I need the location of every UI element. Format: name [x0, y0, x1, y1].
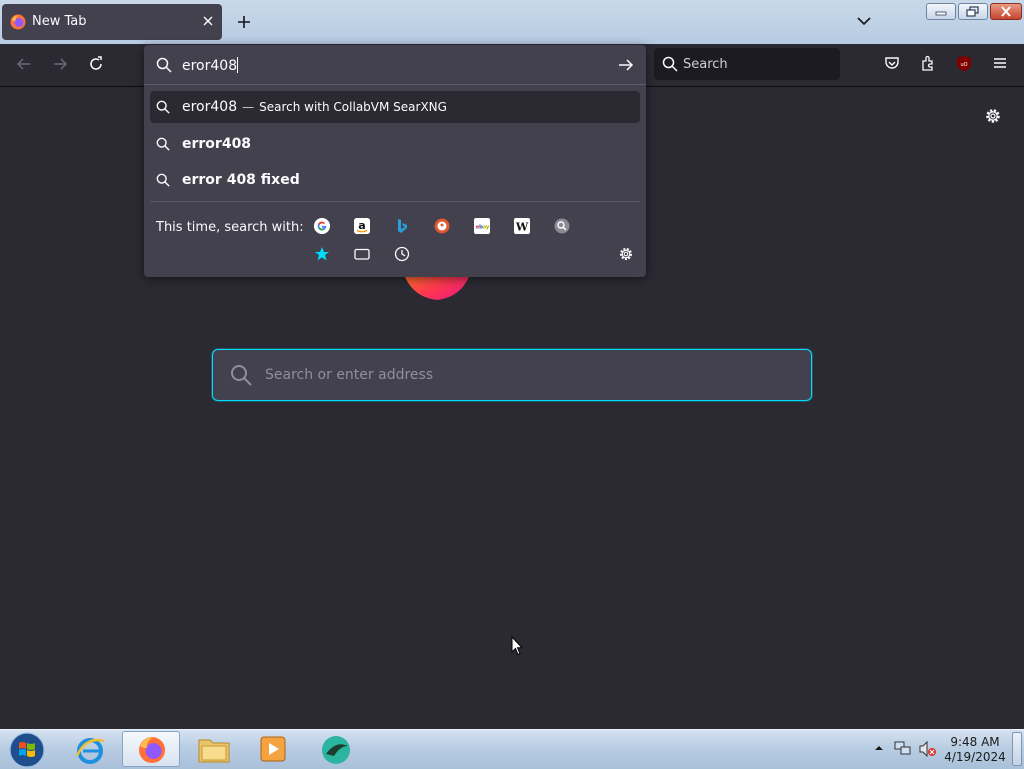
app-icon	[320, 734, 352, 766]
taskbar-media-player[interactable]	[244, 731, 302, 767]
searxng-icon[interactable]	[554, 218, 570, 234]
internet-explorer-icon	[74, 734, 106, 766]
divider	[150, 201, 640, 202]
history-icon[interactable]	[394, 246, 410, 262]
extensions-icon[interactable]	[920, 55, 936, 71]
chevron-up-icon[interactable]	[874, 744, 884, 752]
search-icon	[156, 173, 170, 187]
amazon-icon[interactable]: a	[354, 218, 370, 234]
suggestion-query: error408	[182, 136, 252, 152]
suggestion-row[interactable]: error 408 fixed	[150, 164, 640, 196]
search-placeholder: Search	[683, 57, 728, 72]
google-icon[interactable]	[314, 218, 330, 234]
duckduckgo-icon[interactable]	[434, 218, 450, 234]
search-icon	[156, 57, 172, 73]
search-bar[interactable]: Search	[654, 48, 840, 80]
suggestion-action: Search with CollabVM SearXNG	[259, 100, 447, 114]
ublock-icon[interactable]: uO	[956, 55, 972, 72]
menu-icon[interactable]	[992, 55, 1008, 71]
url-input-value: eror408	[182, 58, 238, 74]
suggestion-query: error 408 fixed	[182, 172, 300, 188]
pocket-icon[interactable]	[884, 55, 900, 71]
bookmarks-icon[interactable]	[314, 246, 330, 262]
tab-new-tab[interactable]: New Tab	[2, 4, 222, 40]
clock-time: 9:48 AM	[950, 735, 1000, 749]
chevron-down-icon[interactable]	[857, 16, 871, 26]
file-explorer-icon	[198, 734, 230, 764]
clock-date: 4/19/2024	[944, 750, 1006, 764]
urlbar-popup: eror408 eror408 — Search with CollabVM Sea…	[144, 45, 646, 277]
gear-icon[interactable]	[618, 246, 634, 262]
home-search-placeholder: Search or enter address	[265, 367, 434, 383]
home-search-input[interactable]: Search or enter address	[212, 349, 812, 401]
clock[interactable]: 9:48 AM 4/19/2024	[943, 735, 1007, 765]
search-icon	[230, 364, 252, 386]
search-icon	[156, 100, 170, 114]
suggestion-row[interactable]: eror408 — Search with CollabVM SearXNG	[150, 91, 640, 123]
network-icon[interactable]	[894, 741, 912, 757]
suggestion-query: eror408	[182, 99, 238, 115]
mouse-cursor-icon	[511, 636, 523, 656]
oneoff-label: This time, search with:	[156, 220, 304, 235]
tab-title: New Tab	[32, 14, 87, 29]
system-tray: 9:48 AM 4/19/2024	[864, 730, 1024, 769]
text-caret	[237, 57, 239, 73]
arrow-right-icon[interactable]	[52, 56, 68, 72]
taskbar-internet-explorer[interactable]	[60, 731, 118, 767]
taskbar-file-explorer[interactable]	[184, 731, 242, 767]
volume-muted-icon[interactable]	[919, 741, 937, 757]
gear-icon[interactable]	[984, 107, 1002, 125]
tabs-icon[interactable]	[354, 246, 370, 262]
search-icon	[662, 56, 678, 72]
reload-icon[interactable]	[88, 56, 104, 72]
new-tab-button[interactable]	[236, 14, 252, 30]
close-window-button[interactable]	[990, 3, 1022, 20]
search-icon	[156, 137, 170, 151]
media-player-icon	[258, 734, 288, 764]
close-icon[interactable]	[202, 15, 214, 27]
tab-strip: New Tab	[0, 0, 1024, 44]
restore-button[interactable]	[958, 3, 988, 20]
show-desktop-button[interactable]	[1012, 732, 1022, 766]
svg-text:uO: uO	[960, 62, 967, 68]
bing-icon[interactable]	[394, 218, 410, 234]
firefox-icon	[10, 14, 26, 30]
taskbar-app[interactable]	[306, 731, 364, 767]
suggestion-row[interactable]: error408	[150, 128, 640, 160]
taskbar: 9:48 AM 4/19/2024	[0, 729, 1024, 769]
wikipedia-icon[interactable]: W	[514, 218, 530, 234]
suggestion-dash: —	[242, 100, 255, 114]
arrow-left-icon[interactable]	[16, 56, 32, 72]
firefox-icon	[137, 735, 167, 765]
svg-text:a: a	[358, 219, 365, 232]
svg-text:W: W	[515, 221, 529, 234]
svg-text:y: y	[486, 225, 490, 231]
start-button[interactable]	[6, 731, 48, 769]
window-controls	[926, 3, 1022, 20]
url-input[interactable]: eror408	[144, 45, 646, 85]
minimize-button[interactable]	[926, 3, 956, 20]
ebay-icon[interactable]: ebay	[474, 218, 490, 234]
taskbar-firefox[interactable]	[122, 731, 180, 767]
arrow-right-icon[interactable]	[618, 57, 634, 73]
